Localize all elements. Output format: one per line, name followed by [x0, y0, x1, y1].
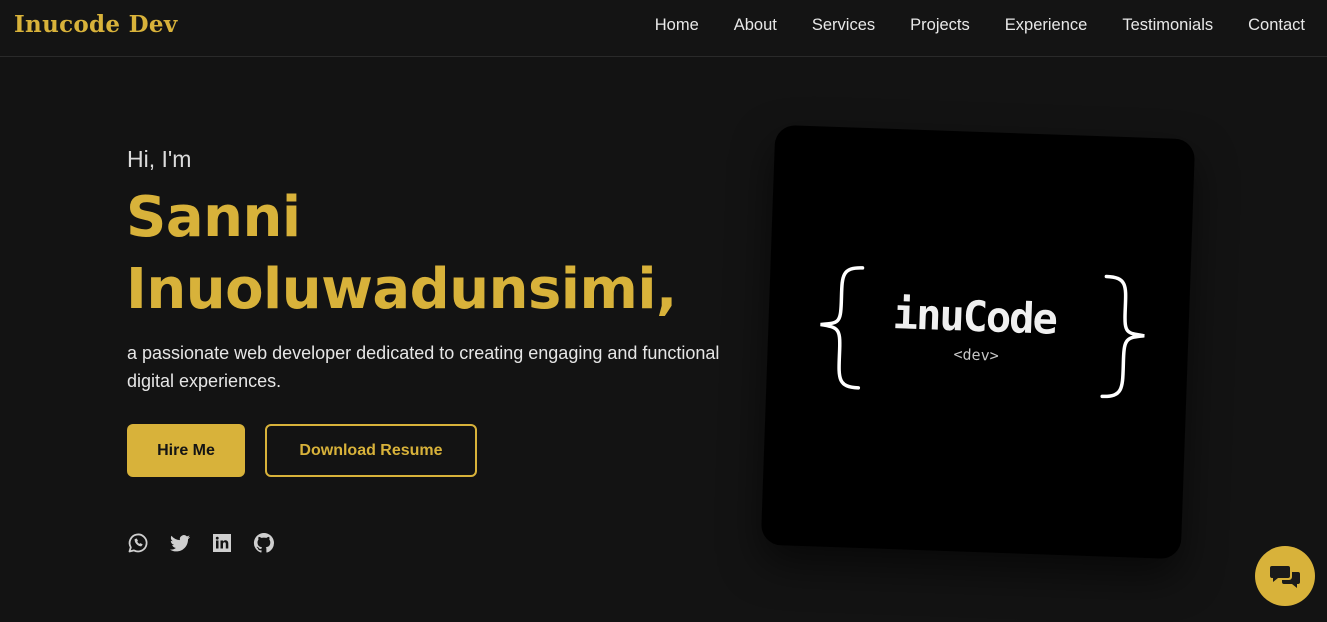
- twitter-icon[interactable]: [168, 531, 192, 555]
- nav-link-contact[interactable]: Contact: [1248, 16, 1305, 35]
- github-icon[interactable]: [252, 531, 276, 555]
- nav-link-testimonials[interactable]: Testimonials: [1122, 16, 1213, 35]
- linkedin-icon[interactable]: [210, 531, 234, 555]
- hero-greeting: Hi, I'm: [127, 146, 192, 172]
- logo-card: inuCode <dev>: [760, 124, 1196, 560]
- logo-subtext: <dev>: [953, 345, 1000, 365]
- hero-description: a passionate web developer dedicated to …: [127, 343, 720, 391]
- whatsapp-icon[interactable]: [126, 531, 150, 555]
- chat-bubbles-icon: [1270, 566, 1300, 588]
- navbar: Inucode Dev Home About Services Projects…: [0, 0, 1327, 57]
- nav-link-projects[interactable]: Projects: [910, 16, 970, 35]
- nav-link-services[interactable]: Services: [812, 16, 875, 35]
- curly-braces-graphic: [820, 266, 1145, 399]
- nav-link-about[interactable]: About: [734, 16, 777, 35]
- hero-name-last: Inuoluwadunsimi,: [126, 257, 677, 322]
- nav-link-experience[interactable]: Experience: [1005, 16, 1088, 35]
- chat-button[interactable]: [1255, 546, 1315, 606]
- hero-name: Sanni Inuoluwadunsimi,: [126, 182, 766, 326]
- social-links: [126, 531, 276, 555]
- nav-link-home[interactable]: Home: [655, 16, 699, 35]
- download-resume-button[interactable]: Download Resume: [265, 424, 477, 477]
- hire-me-button[interactable]: Hire Me: [127, 424, 245, 477]
- hero-name-first: Sanni: [126, 185, 301, 250]
- brand-logo[interactable]: Inucode Dev: [14, 11, 178, 38]
- nav-links: Home About Services Projects Experience …: [655, 16, 1305, 35]
- logo-wordmark: inuCode: [892, 289, 1057, 344]
